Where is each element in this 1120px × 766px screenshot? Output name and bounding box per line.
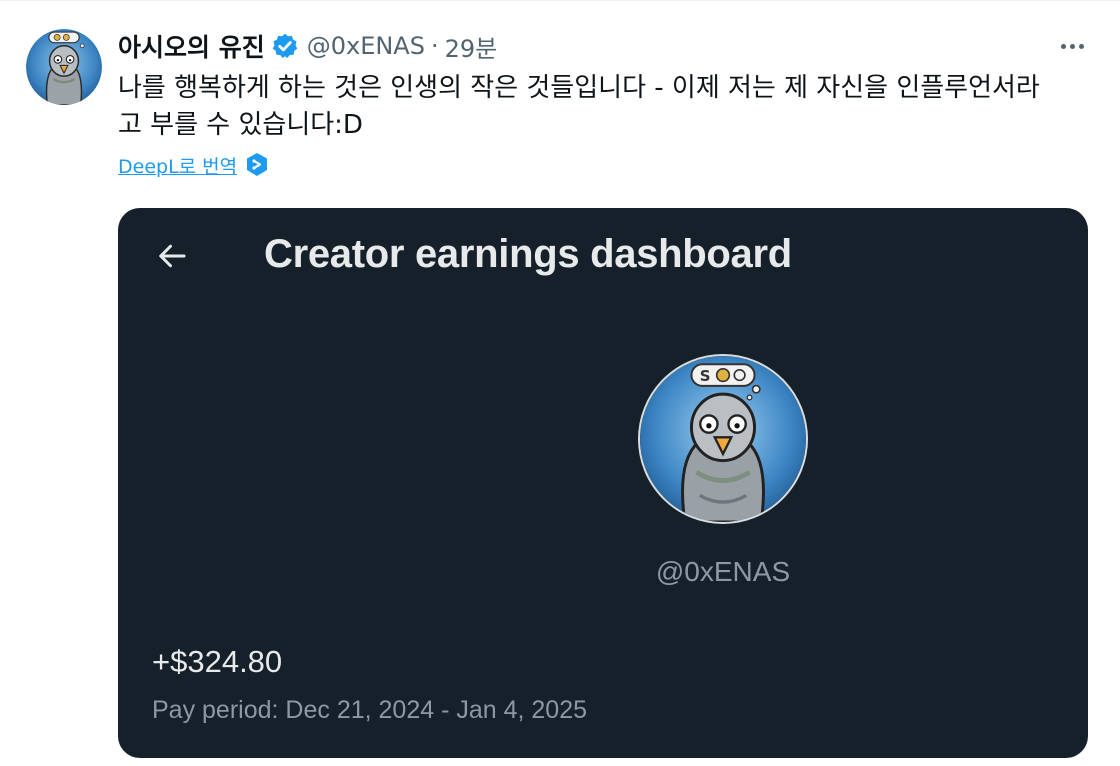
top-divider bbox=[0, 0, 1120, 1]
pay-period: Pay period: Dec 21, 2024 - Jan 4, 2025 bbox=[152, 696, 588, 724]
profile-handle: @0xENAS bbox=[655, 556, 791, 587]
back-arrow-icon[interactable] bbox=[154, 238, 190, 274]
verified-badge-icon[interactable] bbox=[271, 32, 299, 60]
bubble-letter: S bbox=[700, 367, 711, 385]
profile-avatar: S bbox=[638, 354, 808, 524]
tweet-timestamp[interactable]: 29분 bbox=[445, 29, 498, 64]
translate-link[interactable]: DeepL로 번역 bbox=[118, 152, 237, 179]
more-options-icon[interactable] bbox=[1052, 32, 1092, 60]
earnings-amount: +$324.80 bbox=[152, 644, 283, 679]
more-dot bbox=[1078, 43, 1084, 49]
author-display-name[interactable]: 아시오의 유진 bbox=[118, 28, 265, 64]
dashboard-title: Creator earnings dashboard bbox=[264, 232, 792, 276]
media-card[interactable]: Creator earnings dashboard S @0xENAS +$3… bbox=[118, 208, 1088, 758]
tweet-header: 아시오의 유진 @0xENAS · 29분 bbox=[118, 27, 497, 65]
pigeon-avatar-icon: S bbox=[640, 356, 806, 522]
pigeon-avatar-icon bbox=[26, 29, 102, 105]
more-dot bbox=[1069, 43, 1075, 49]
author-handle[interactable]: @0xENAS bbox=[307, 32, 425, 60]
more-dot bbox=[1060, 43, 1066, 49]
separator-dot: · bbox=[430, 32, 439, 60]
author-avatar[interactable] bbox=[26, 29, 102, 105]
tweet-text: 나를 행복하게 하는 것은 인생의 작은 것들입니다 - 이제 저는 제 자신을… bbox=[118, 73, 1040, 140]
translate-row: DeepL로 번역 bbox=[118, 150, 269, 180]
deepl-icon[interactable] bbox=[245, 152, 269, 178]
